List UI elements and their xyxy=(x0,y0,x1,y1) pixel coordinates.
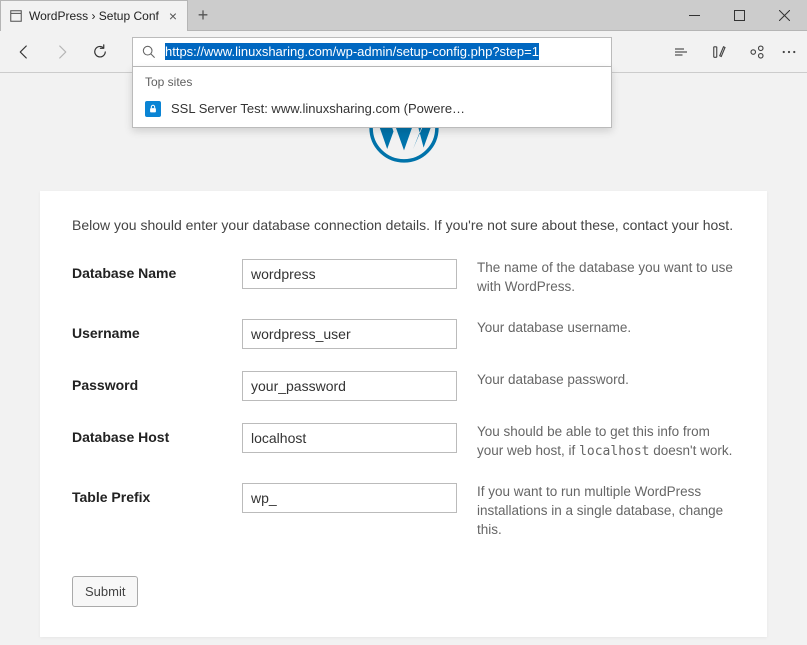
desc-prefix: If you want to run multiple WordPress in… xyxy=(477,483,735,540)
refresh-button[interactable] xyxy=(84,36,116,68)
label-prefix: Table Prefix xyxy=(72,483,222,505)
new-tab-button[interactable]: + xyxy=(188,0,218,31)
share-button[interactable] xyxy=(741,36,773,68)
close-window-button[interactable] xyxy=(762,0,807,31)
input-dbhost[interactable] xyxy=(242,423,457,453)
row-dbhost: Database Host You should be able to get … xyxy=(72,423,735,461)
notes-button[interactable] xyxy=(703,36,735,68)
search-icon xyxy=(141,44,157,60)
browser-title-bar: WordPress › Setup Conf × + xyxy=(0,0,807,31)
input-prefix[interactable] xyxy=(242,483,457,513)
url-input[interactable]: https://www.linuxsharing.com/wp-admin/se… xyxy=(165,44,603,59)
row-password: Password Your database password. xyxy=(72,371,735,401)
row-username: Username Your database username. xyxy=(72,319,735,349)
reading-view-button[interactable] xyxy=(665,36,697,68)
maximize-button[interactable] xyxy=(717,0,762,31)
label-dbhost: Database Host xyxy=(72,423,222,445)
row-dbname: Database Name The name of the database y… xyxy=(72,259,735,297)
tab-title: WordPress › Setup Conf xyxy=(29,9,159,23)
desc-username: Your database username. xyxy=(477,319,735,338)
tab-favicon-icon xyxy=(9,9,23,23)
window-controls xyxy=(672,0,807,31)
setup-form-card: Below you should enter your database con… xyxy=(40,191,767,637)
lock-icon xyxy=(145,101,161,117)
address-bar[interactable]: https://www.linuxsharing.com/wp-admin/se… xyxy=(132,37,612,67)
page-content: Below you should enter your database con… xyxy=(0,73,807,645)
desc-dbhost: You should be able to get this info from… xyxy=(477,423,735,461)
address-bar-wrapper: https://www.linuxsharing.com/wp-admin/se… xyxy=(132,37,612,67)
row-prefix: Table Prefix If you want to run multiple… xyxy=(72,483,735,540)
browser-toolbar: https://www.linuxsharing.com/wp-admin/se… xyxy=(0,31,807,73)
desc-dbname: The name of the database you want to use… xyxy=(477,259,735,297)
submit-button[interactable]: Submit xyxy=(72,576,138,607)
suggestion-item[interactable]: SSL Server Test: www.linuxsharing.com (P… xyxy=(133,95,611,127)
suggestion-label: SSL Server Test: www.linuxsharing.com (P… xyxy=(171,101,465,116)
minimize-button[interactable] xyxy=(672,0,717,31)
close-tab-icon[interactable]: × xyxy=(169,8,177,24)
suggestions-header: Top sites xyxy=(133,67,611,95)
label-password: Password xyxy=(72,371,222,393)
address-suggestions: Top sites SSL Server Test: www.linuxshar… xyxy=(132,67,612,128)
more-button[interactable] xyxy=(779,36,799,68)
intro-text: Below you should enter your database con… xyxy=(72,217,735,233)
back-button[interactable] xyxy=(8,36,40,68)
input-username[interactable] xyxy=(242,319,457,349)
browser-tab[interactable]: WordPress › Setup Conf × xyxy=(0,0,188,31)
label-username: Username xyxy=(72,319,222,341)
desc-password: Your database password. xyxy=(477,371,735,390)
input-password[interactable] xyxy=(242,371,457,401)
forward-button[interactable] xyxy=(46,36,78,68)
input-dbname[interactable] xyxy=(242,259,457,289)
label-dbname: Database Name xyxy=(72,259,222,281)
